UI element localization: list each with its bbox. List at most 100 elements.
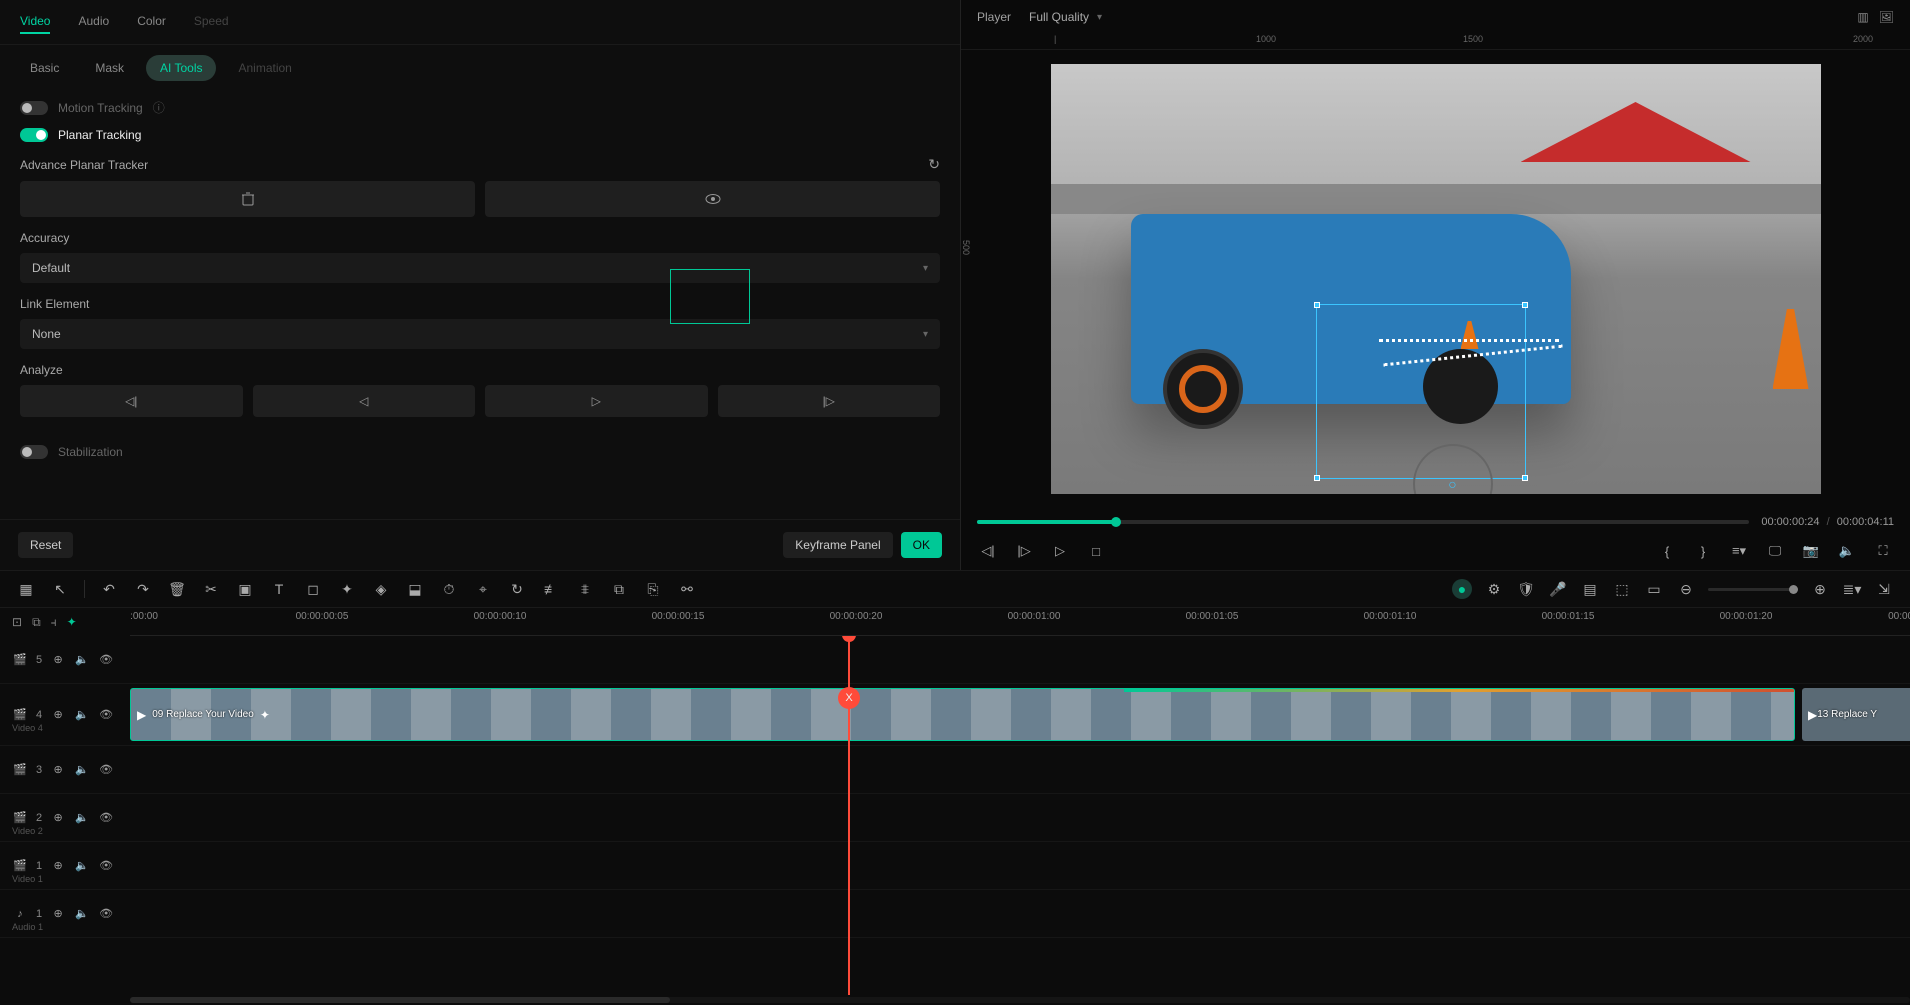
mute-track-icon[interactable]: 🔈	[74, 653, 90, 666]
crop-icon[interactable]: ▣	[235, 579, 255, 599]
audio-tool-icon[interactable]: ↻	[507, 579, 527, 599]
render-icon[interactable]: ⬚	[1612, 579, 1632, 599]
tab-audio[interactable]: Audio	[78, 10, 109, 34]
scrollbar-track[interactable]	[130, 997, 1910, 1003]
tab-video[interactable]: Video	[20, 10, 50, 34]
audio-track-icon[interactable]: ♪	[12, 908, 28, 920]
adjust-icon[interactable]: ≢	[541, 579, 561, 599]
subtab-mask[interactable]: Mask	[81, 55, 138, 81]
visibility-icon[interactable]: 👁	[98, 811, 114, 824]
keyframe-panel-button[interactable]: Keyframe Panel	[783, 532, 892, 558]
mute-track-icon[interactable]: 🔈	[74, 708, 90, 721]
new-track-icon[interactable]: ⊕	[50, 811, 66, 824]
analyze-step-back-button[interactable]: ◁|	[20, 385, 243, 417]
link-icon[interactable]: ⚯	[677, 579, 697, 599]
analyze-reverse-button[interactable]: ◁	[253, 385, 476, 417]
split-icon[interactable]: ✂	[201, 579, 221, 599]
snapshot-icon[interactable]: 📷	[1800, 540, 1822, 562]
planar-tracking-toggle[interactable]	[20, 128, 48, 142]
new-track-icon[interactable]: ⊕	[50, 907, 66, 920]
info-icon[interactable]: ⓘ	[153, 99, 165, 116]
scrollbar-thumb[interactable]	[130, 997, 670, 1003]
player-quality-select[interactable]: Full Quality ▾	[1029, 10, 1102, 24]
video-track-icon[interactable]: 🎬	[12, 708, 28, 721]
track-options-icon[interactable]: ⊡	[12, 615, 22, 629]
new-track-icon[interactable]: ⊕	[50, 708, 66, 721]
speed-icon[interactable]: ⬓	[405, 579, 425, 599]
display-icon[interactable]: 🖵	[1764, 540, 1786, 562]
track-rect[interactable]	[1316, 304, 1526, 479]
mark-in-button[interactable]: {	[1656, 540, 1678, 562]
undo-icon[interactable]: ↶	[99, 579, 119, 599]
zoom-in-icon[interactable]: ⊕	[1810, 579, 1830, 599]
visibility-icon[interactable]: 👁	[98, 907, 114, 920]
play-button[interactable]: ▷	[1049, 540, 1071, 562]
new-track-icon[interactable]: ⊕	[50, 763, 66, 776]
tracker-preview-box[interactable]	[670, 269, 750, 324]
picture-icon[interactable]: 🖼	[1879, 10, 1894, 24]
visibility-icon[interactable]: 👁	[98, 708, 114, 721]
analyze-step-forward-button[interactable]: |▷	[718, 385, 941, 417]
zoom-slider[interactable]	[1708, 588, 1798, 591]
timer-icon[interactable]: ⏱	[439, 579, 459, 599]
resize-icon[interactable]: ⇲	[1874, 579, 1894, 599]
player-scrubber[interactable]	[977, 520, 1749, 524]
marker-icon[interactable]: ▭	[1644, 579, 1664, 599]
next-frame-button[interactable]: |▷	[1013, 540, 1035, 562]
mute-track-icon[interactable]: 🔈	[74, 763, 90, 776]
new-track-icon[interactable]: ⊕	[50, 653, 66, 666]
stabilization-toggle[interactable]	[20, 445, 48, 459]
visibility-icon[interactable]: 👁	[98, 653, 114, 666]
delete-icon[interactable]: 🗑	[167, 579, 187, 599]
nest-icon[interactable]: ⩨	[575, 579, 595, 599]
time-ruler[interactable]: :00:00 00:00:00:05 00:00:00:10 00:00:00:…	[130, 608, 1910, 636]
fullscreen-icon[interactable]: ⛶	[1872, 540, 1894, 562]
compare-view-icon[interactable]: ▥	[1857, 10, 1868, 24]
text-icon[interactable]: T	[269, 579, 289, 599]
ok-button[interactable]: OK	[901, 532, 942, 558]
subtab-ai-tools[interactable]: AI Tools	[146, 55, 216, 81]
reset-tracker-icon[interactable]: ↻	[928, 156, 940, 173]
gear-icon[interactable]: ⚙	[1484, 579, 1504, 599]
audio-icon[interactable]: 🔈	[1836, 540, 1858, 562]
effects-icon[interactable]: ✦	[337, 579, 357, 599]
mic-icon[interactable]: 🎤	[1548, 579, 1568, 599]
playback-menu-icon[interactable]: ≡▾	[1728, 540, 1750, 562]
video-track-icon[interactable]: 🎬	[12, 859, 28, 872]
new-track-icon[interactable]: ⊕	[50, 859, 66, 872]
stop-button[interactable]: □	[1085, 540, 1107, 562]
video-clip[interactable]: ▶ 13 Replace Y	[1802, 688, 1910, 741]
video-track-icon[interactable]: 🎬	[12, 653, 28, 666]
tab-color[interactable]: Color	[137, 10, 166, 34]
enhance-icon[interactable]: ●	[1452, 579, 1472, 599]
delete-tracker-button[interactable]	[20, 181, 475, 217]
video-track-icon[interactable]: 🎬	[12, 763, 28, 776]
pointer-icon[interactable]: ↖	[50, 579, 70, 599]
analyze-forward-button[interactable]: ▷	[485, 385, 708, 417]
shield-icon[interactable]: 🛡	[1516, 579, 1536, 599]
snap-icon[interactable]: ✦	[67, 615, 77, 629]
redo-icon[interactable]: ↷	[133, 579, 153, 599]
link-element-select[interactable]: None ▾	[20, 319, 940, 349]
mute-track-icon[interactable]: 🔈	[74, 859, 90, 872]
track-lock-icon[interactable]: ⧉	[32, 615, 41, 630]
magnet-icon[interactable]: ⫞	[51, 615, 57, 630]
visibility-icon[interactable]: 👁	[98, 763, 114, 776]
group-icon[interactable]: ⧉	[609, 579, 629, 599]
video-track-icon[interactable]: 🎬	[12, 811, 28, 824]
preview-tracker-button[interactable]	[485, 181, 940, 217]
detach-icon[interactable]: ⎘	[643, 579, 663, 599]
subtab-basic[interactable]: Basic	[16, 55, 73, 81]
playhead[interactable]: X	[848, 637, 850, 995]
mixer-icon[interactable]: ▤	[1580, 579, 1600, 599]
accuracy-select[interactable]: Default ▾	[20, 253, 940, 283]
zoom-out-icon[interactable]: ⊖	[1676, 579, 1696, 599]
mute-track-icon[interactable]: 🔈	[74, 811, 90, 824]
mark-out-button[interactable]: }	[1692, 540, 1714, 562]
motion-tracking-toggle[interactable]	[20, 101, 48, 115]
tracking-tool-icon[interactable]: ⌖	[473, 579, 493, 599]
video-clip[interactable]: ▶ 09 Replace Your Video ✦	[130, 688, 1795, 741]
visibility-icon[interactable]: 👁	[98, 859, 114, 872]
reset-button[interactable]: Reset	[18, 532, 73, 558]
mask-tool-icon[interactable]: ◻	[303, 579, 323, 599]
